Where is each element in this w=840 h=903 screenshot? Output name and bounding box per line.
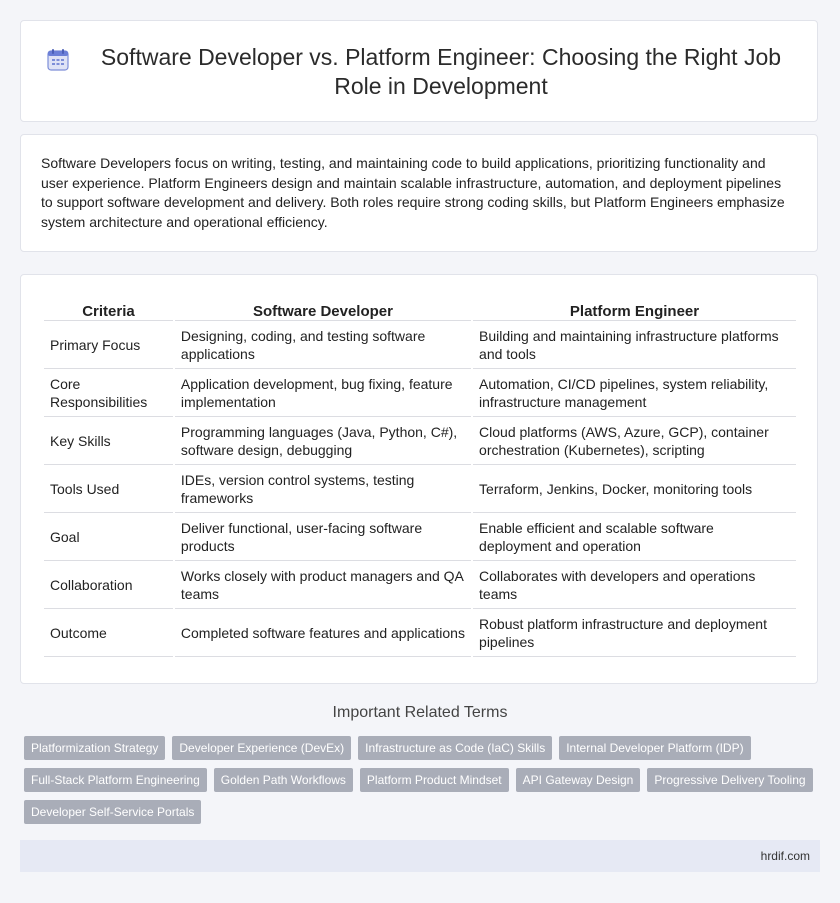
tag-developer-experience[interactable]: Developer Experience (DevEx) (172, 736, 352, 760)
footer: hrdif.com (20, 840, 820, 872)
tag-full-stack-platform-engineering[interactable]: Full-Stack Platform Engineering (24, 768, 207, 792)
row-criteria: Tools Used (44, 465, 173, 513)
intro-paragraph: Software Developers focus on writing, te… (41, 155, 785, 230)
tag-api-gateway-design[interactable]: API Gateway Design (515, 768, 641, 792)
related-terms-tags: Platformization Strategy Developer Exper… (24, 736, 824, 824)
table-row: Outcome Completed software features and … (44, 609, 796, 657)
table-row: Key Skills Programming languages (Java, … (44, 417, 796, 465)
table-row: Goal Deliver functional, user-facing sof… (44, 513, 796, 561)
tag-internal-developer-platform[interactable]: Internal Developer Platform (IDP) (559, 736, 751, 760)
row-software-developer: Designing, coding, and testing software … (174, 321, 472, 369)
row-criteria: Outcome (44, 609, 173, 657)
tag-progressive-delivery-tooling[interactable]: Progressive Delivery Tooling (647, 768, 813, 792)
row-platform-engineer: Terraform, Jenkins, Docker, monitoring t… (473, 465, 796, 513)
tag-infrastructure-as-code[interactable]: Infrastructure as Code (IaC) Skills (358, 736, 553, 760)
row-software-developer: Deliver functional, user-facing software… (174, 513, 472, 561)
tag-developer-self-service-portals[interactable]: Developer Self-Service Portals (24, 800, 202, 824)
table-row: Tools Used IDEs, version control systems… (44, 465, 796, 513)
header-platform-engineer: Platform Engineer (473, 296, 796, 321)
row-software-developer: Completed software features and applicat… (174, 609, 472, 657)
row-criteria: Key Skills (44, 417, 173, 465)
tag-platform-product-mindset[interactable]: Platform Product Mindset (359, 768, 509, 792)
table-row: Core Responsibilities Application develo… (44, 369, 796, 417)
header-card: Software Developer vs. Platform Engineer… (20, 20, 818, 122)
table-row: Primary Focus Designing, coding, and tes… (44, 321, 796, 369)
table-row: Collaboration Works closely with product… (44, 561, 796, 609)
row-platform-engineer: Collaborates with developers and operati… (473, 561, 796, 609)
row-software-developer: Programming languages (Java, Python, C#)… (174, 417, 472, 465)
comparison-table: Criteria Software Developer Platform Eng… (42, 296, 798, 657)
tag-platformization-strategy[interactable]: Platformization Strategy (24, 736, 166, 760)
tag-golden-path-workflows[interactable]: Golden Path Workflows (213, 768, 353, 792)
table-header-row: Criteria Software Developer Platform Eng… (44, 296, 796, 321)
row-criteria: Collaboration (44, 561, 173, 609)
row-criteria: Core Responsibilities (44, 369, 173, 417)
related-terms-heading: Important Related Terms (332, 704, 508, 721)
page-title: Software Developer vs. Platform Engineer… (100, 44, 782, 99)
title-wrap: Software Developer vs. Platform Engineer… (45, 43, 801, 101)
header-criteria: Criteria (44, 296, 173, 321)
header-software-developer: Software Developer (174, 296, 472, 321)
comparison-table-card: Criteria Software Developer Platform Eng… (20, 274, 818, 684)
footer-site-link[interactable]: hrdif.com (761, 849, 810, 863)
row-software-developer: Application development, bug fixing, fea… (174, 369, 472, 417)
row-platform-engineer: Enable efficient and scalable software d… (473, 513, 796, 561)
intro-card: Software Developers focus on writing, te… (20, 134, 818, 252)
row-software-developer: Works closely with product managers and … (174, 561, 472, 609)
row-software-developer: IDEs, version control systems, testing f… (174, 465, 472, 513)
row-platform-engineer: Building and maintaining infrastructure … (473, 321, 796, 369)
row-platform-engineer: Automation, CI/CD pipelines, system reli… (473, 369, 796, 417)
row-criteria: Goal (44, 513, 173, 561)
calendar-icon (47, 49, 69, 71)
row-criteria: Primary Focus (44, 321, 173, 369)
row-platform-engineer: Cloud platforms (AWS, Azure, GCP), conta… (473, 417, 796, 465)
row-platform-engineer: Robust platform infrastructure and deplo… (473, 609, 796, 657)
